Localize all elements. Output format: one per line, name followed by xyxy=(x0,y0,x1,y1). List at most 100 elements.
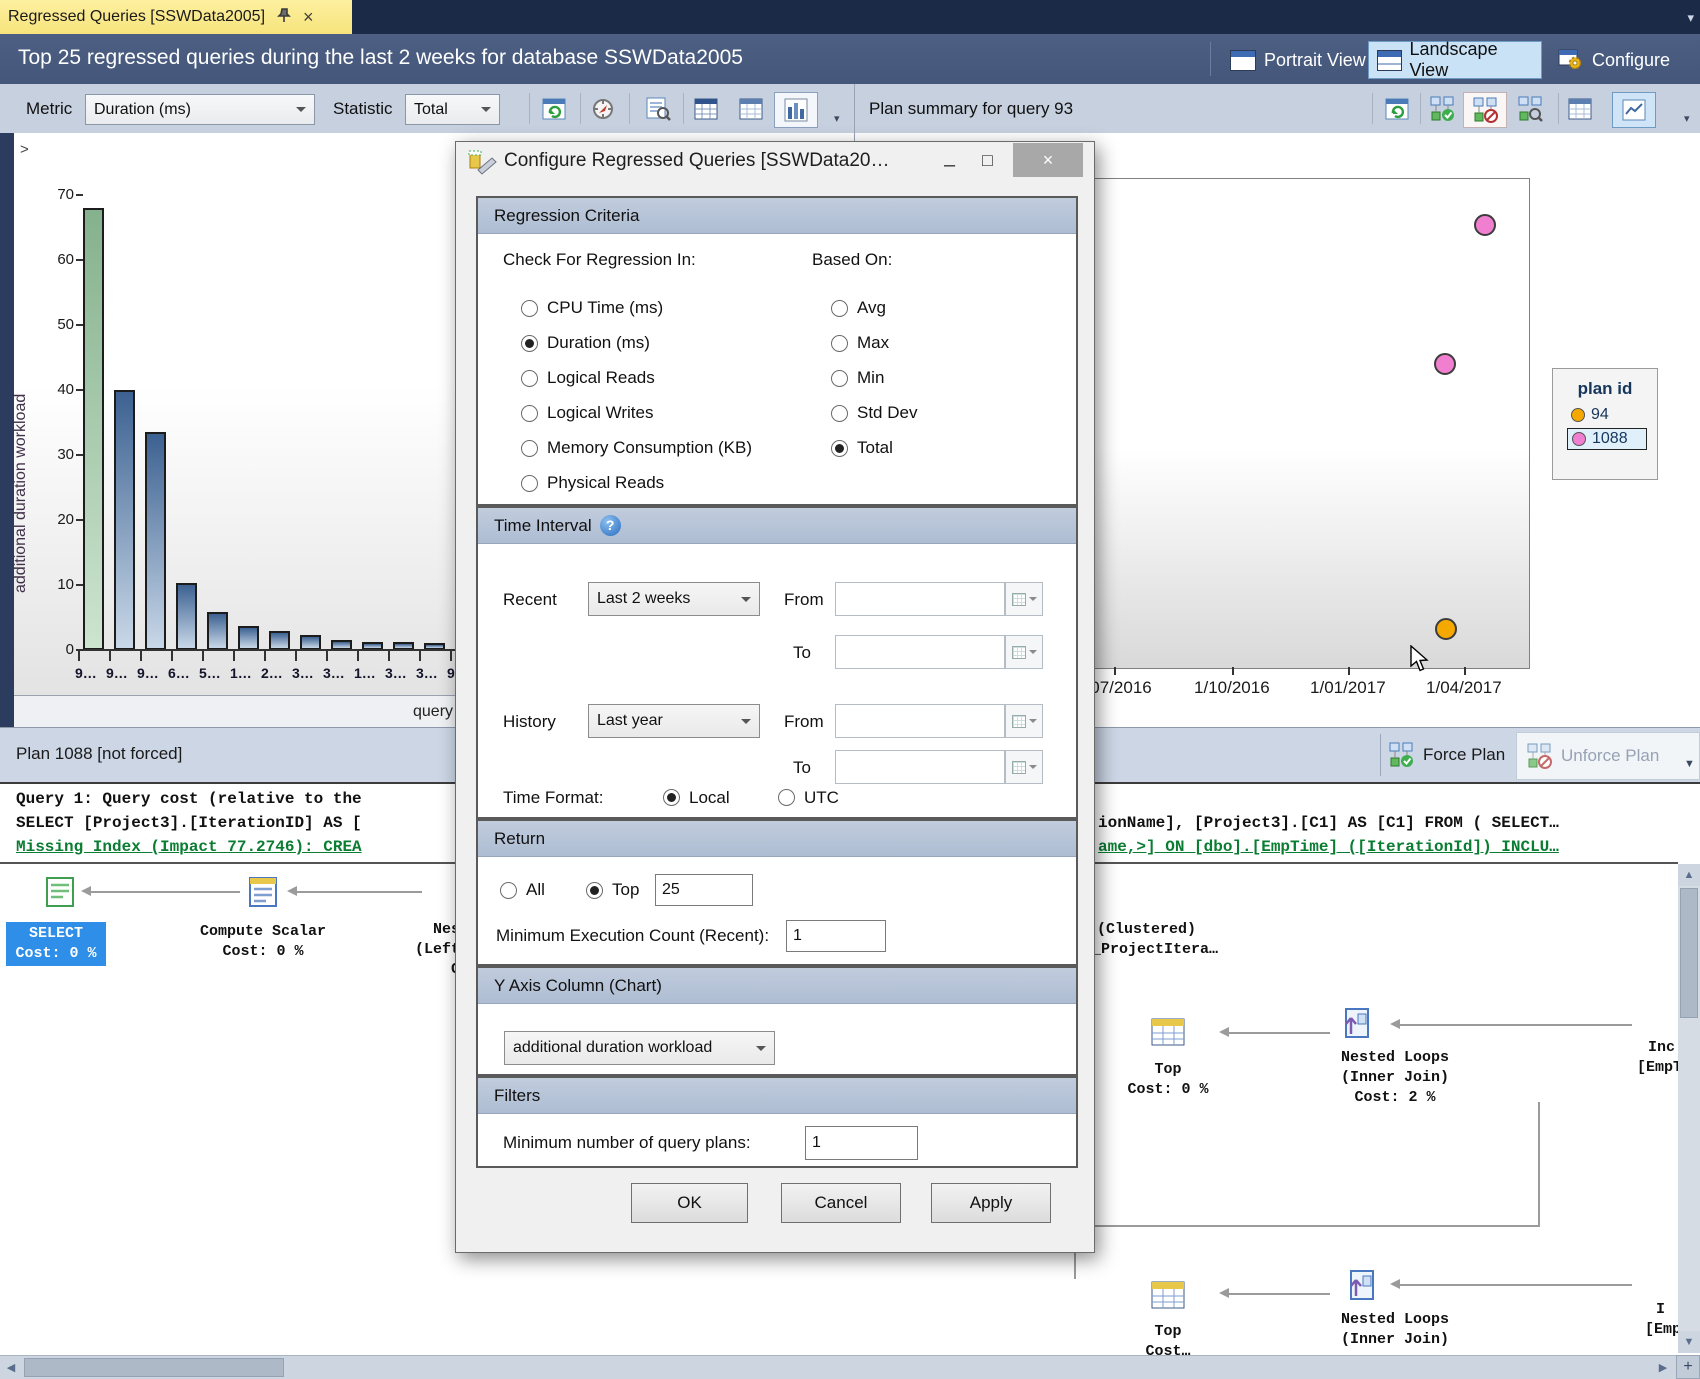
close-icon[interactable]: × xyxy=(303,10,314,25)
expand-panel-icon[interactable]: > xyxy=(20,141,29,158)
force-plan-toolbar-button[interactable] xyxy=(1428,95,1456,122)
tab-list-dropdown-icon[interactable]: ▾ xyxy=(1687,10,1694,26)
force-plan-button[interactable]: Force Plan xyxy=(1387,736,1505,774)
based-radio-min[interactable] xyxy=(831,370,848,387)
check-radio-logical-reads[interactable] xyxy=(521,370,538,387)
bar-query-6[interactable] xyxy=(238,626,259,650)
bar-query-3[interactable] xyxy=(145,432,166,650)
min-query-plans-field[interactable]: 1 xyxy=(805,1126,918,1160)
apply-button[interactable]: Apply xyxy=(931,1183,1051,1223)
nested-loops-operator-icon[interactable] xyxy=(1338,1006,1374,1042)
top-operator-icon[interactable] xyxy=(1150,1279,1186,1311)
select-node-label[interactable]: SELECT Cost: 0 % xyxy=(6,922,106,966)
vertical-scrollbar[interactable]: ▲ ▼ xyxy=(1678,864,1700,1353)
compute-scalar-node-label[interactable]: Compute Scalar Cost: 0 % xyxy=(180,922,346,962)
based-radio-avg[interactable] xyxy=(831,300,848,317)
plan-grid-view-button[interactable] xyxy=(1566,95,1594,122)
toolbar-overflow-icon[interactable]: ▾ xyxy=(834,112,840,125)
statistic-dropdown[interactable]: Total xyxy=(405,94,500,125)
top-node-label[interactable]: Top Cost: 0 % xyxy=(1118,1060,1218,1100)
based-radio-max[interactable] xyxy=(831,335,848,352)
all-radio[interactable] xyxy=(500,882,517,899)
history-dropdown[interactable]: Last year xyxy=(588,704,760,738)
check-radio-duration-ms-[interactable] xyxy=(521,335,538,352)
maximize-icon[interactable]: □ xyxy=(982,150,993,171)
toolbar-overflow-icon[interactable]: ▾ xyxy=(1684,112,1690,125)
top-radio[interactable] xyxy=(586,882,603,899)
legend-item-plan-1088[interactable]: 1088 xyxy=(1567,428,1647,450)
top-node-label[interactable]: Top Cost… xyxy=(1118,1322,1218,1355)
scroll-right-icon[interactable]: ▶ xyxy=(1652,1356,1674,1379)
unforce-plan-button[interactable]: Unforce Plan xyxy=(1516,732,1700,780)
refresh-plan-summary-button[interactable] xyxy=(1383,95,1411,122)
legend-item-plan-94[interactable]: 94 xyxy=(1567,405,1645,425)
zoom-plus-button[interactable]: + xyxy=(1676,1355,1700,1379)
pin-icon[interactable] xyxy=(277,8,291,26)
scroll-up-icon[interactable]: ▲ xyxy=(1678,864,1700,886)
based-radio-std-dev[interactable] xyxy=(831,405,848,422)
scroll-down-icon[interactable]: ▼ xyxy=(1678,1331,1700,1353)
minimize-icon[interactable]: – xyxy=(944,154,955,177)
bar-query-1[interactable] xyxy=(83,208,104,650)
refresh-button[interactable] xyxy=(540,95,568,122)
history-from-field[interactable] xyxy=(835,704,1005,738)
nested-loops-operator-icon[interactable] xyxy=(1343,1268,1379,1304)
plan-chart-view-button[interactable] xyxy=(1612,92,1656,128)
scroll-down-icon[interactable]: ▼ xyxy=(1684,758,1695,770)
check-radio-logical-writes[interactable] xyxy=(521,405,538,422)
utc-radio[interactable] xyxy=(778,789,795,806)
bar-query-4[interactable] xyxy=(176,583,197,650)
compare-plans-button[interactable] xyxy=(1516,95,1544,122)
metric-dropdown[interactable]: Duration (ms) xyxy=(85,94,315,125)
compute-scalar-operator-icon[interactable] xyxy=(247,876,279,908)
y-axis-column-dropdown[interactable]: additional duration workload xyxy=(504,1031,775,1065)
nested-loops-node-label[interactable]: Nested Loops (Inner Join) Cost: 2 % xyxy=(1300,1048,1490,1108)
history-from-datepicker[interactable] xyxy=(1005,704,1043,738)
check-radio-cpu-time-ms-[interactable] xyxy=(521,300,538,317)
scatter-point-plan-1088[interactable] xyxy=(1474,214,1496,236)
index-seek-node-label[interactable]: Inc [EmpTir xyxy=(1637,1038,1678,1078)
select-operator-icon[interactable] xyxy=(44,876,76,908)
ok-button[interactable]: OK xyxy=(631,1183,748,1223)
configure-button[interactable]: Configure xyxy=(1550,41,1678,79)
recent-from-datepicker[interactable] xyxy=(1005,582,1043,616)
portrait-view-button[interactable]: Portrait View xyxy=(1222,41,1374,79)
bar-query-2[interactable] xyxy=(114,390,135,650)
unforce-plan-toolbar-button[interactable] xyxy=(1463,92,1507,128)
cancel-button[interactable]: Cancel xyxy=(781,1183,901,1223)
close-icon[interactable]: × xyxy=(1013,143,1083,177)
bar-query-7[interactable] xyxy=(269,631,290,651)
grid-view-button[interactable] xyxy=(692,95,720,122)
top-count-field[interactable]: 25 xyxy=(655,874,753,906)
scroll-left-icon[interactable]: ◀ xyxy=(0,1356,22,1379)
recent-to-datepicker[interactable] xyxy=(1005,635,1043,669)
history-to-field[interactable] xyxy=(835,750,1005,784)
top-operator-icon[interactable] xyxy=(1150,1016,1186,1048)
recent-dropdown[interactable]: Last 2 weeks xyxy=(588,582,760,616)
nested-loops-node-label[interactable]: Nested Loops (Inner Join) xyxy=(1300,1310,1490,1350)
based-radio-total[interactable] xyxy=(831,440,848,457)
bar-query-8[interactable] xyxy=(300,635,321,650)
check-radio-physical-reads[interactable] xyxy=(521,475,538,492)
recent-to-field[interactable] xyxy=(835,635,1005,669)
recent-from-field[interactable] xyxy=(835,582,1005,616)
landscape-view-button[interactable]: Landscape View xyxy=(1368,41,1542,79)
check-radio-memory-consumption-kb-[interactable] xyxy=(521,440,538,457)
local-radio[interactable] xyxy=(663,789,680,806)
view-query-text-button[interactable] xyxy=(644,95,672,122)
missing-index-hint[interactable]: ame,>] ON [dbo].[EmpTime] ([IterationId]… xyxy=(1098,838,1559,856)
missing-index-hint[interactable]: Missing Index (Impact 77.2746): CREA xyxy=(16,838,362,856)
help-icon[interactable]: ? xyxy=(600,515,621,536)
track-query-button[interactable] xyxy=(589,95,617,122)
grid-view-2-button[interactable] xyxy=(737,95,765,122)
clustered-node-label[interactable]: (Clustered) _ProjectItera… xyxy=(1092,920,1272,960)
bar-query-5[interactable] xyxy=(207,612,228,650)
tab-regressed-queries[interactable]: Regressed Queries [SSWData2005] × xyxy=(0,0,352,34)
index-seek-node-label[interactable]: I [EmpT xyxy=(1645,1300,1678,1340)
history-to-datepicker[interactable] xyxy=(1005,750,1043,784)
scatter-point-plan-1088[interactable] xyxy=(1434,353,1456,375)
chart-view-button[interactable] xyxy=(774,92,818,128)
clipped-node-label[interactable]: Nes (Left C xyxy=(360,920,460,980)
min-exec-count-field[interactable]: 1 xyxy=(786,920,886,952)
scrollbar-thumb[interactable] xyxy=(24,1358,284,1377)
